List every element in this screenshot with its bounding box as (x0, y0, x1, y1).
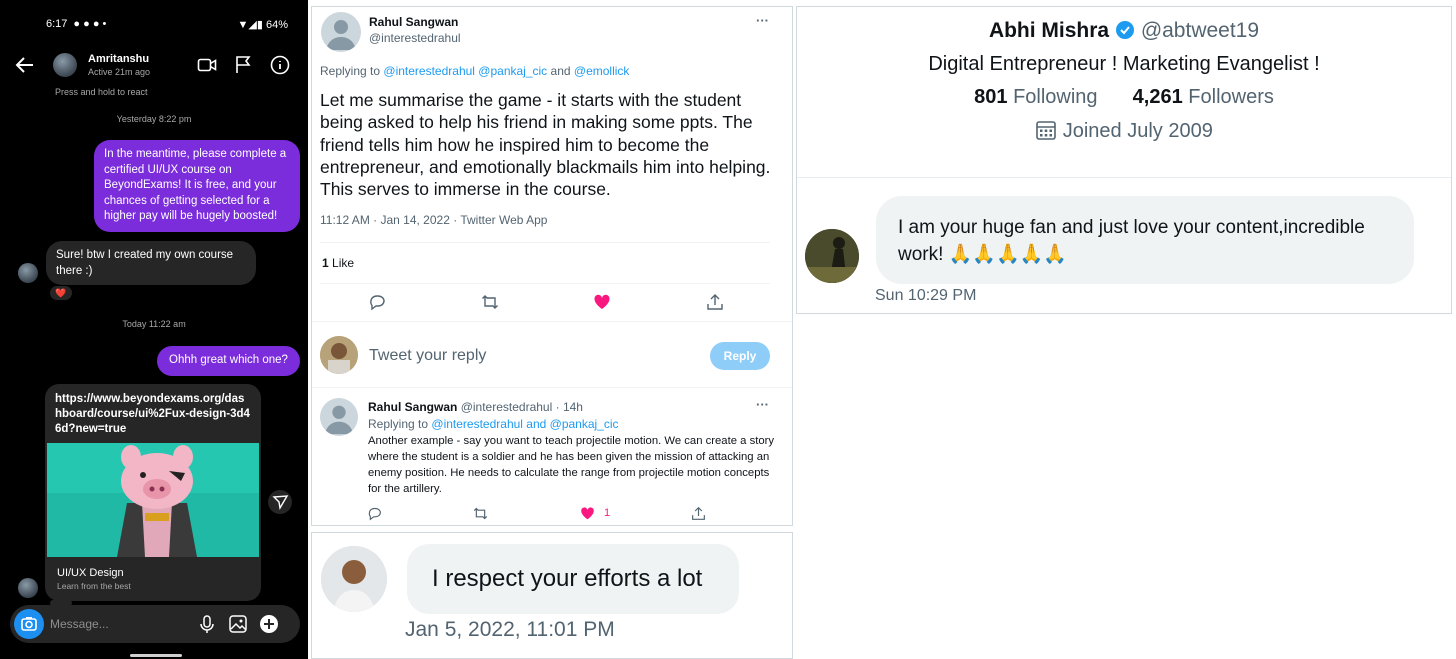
divider (797, 177, 1451, 178)
author-avatar[interactable] (320, 398, 358, 436)
mention-link[interactable]: @interestedrahul @pankaj_cic (383, 64, 547, 78)
sender-photo (805, 229, 859, 283)
divider (312, 387, 792, 388)
share-icon[interactable] (706, 293, 724, 311)
contact-avatar[interactable] (53, 53, 77, 77)
like-icon-filled[interactable] (593, 293, 611, 311)
current-user-avatar[interactable] (320, 336, 358, 374)
replying-to-line: Replying to @interestedrahul @pankaj_cic… (320, 64, 630, 78)
message-time: Jan 5, 2022, 11:01 PM (405, 618, 615, 641)
likes-stat[interactable]: 1 Like (322, 256, 354, 270)
user-photo (320, 336, 358, 374)
profile-name-line: Abhi Mishra @abtweet19 (797, 19, 1451, 43)
message-bubble-sent[interactable]: In the meantime, please complete a certi… (94, 140, 300, 232)
mention-link[interactable]: @emollick (574, 64, 630, 78)
replying-to-line: Replying to @interestedrahul and @pankaj… (368, 417, 619, 431)
author-handle[interactable]: @interestedrahul (369, 31, 461, 45)
battery-indicator: ▼◢▮ 64% (237, 19, 289, 31)
contact-active-status: Active 21m ago (88, 67, 151, 77)
back-arrow-icon[interactable] (14, 54, 36, 76)
sender-avatar[interactable] (321, 546, 387, 612)
more-options-icon[interactable]: ··· (756, 397, 769, 412)
profile-joined: Joined July 2009 (797, 119, 1451, 143)
share-icon (272, 495, 289, 511)
status-time: 6:17 (46, 18, 68, 30)
timestamp-yesterday: Yesterday 8:22 pm (116, 114, 192, 124)
profile-dm-panel: Abhi Mishra @abtweet19 Digital Entrepren… (796, 6, 1452, 314)
camera-icon (21, 617, 37, 631)
reply-age[interactable]: 14h (563, 400, 583, 414)
retweet-icon[interactable] (481, 293, 499, 311)
mention-link[interactable]: @interestedrahul and @pankaj_cic (431, 417, 618, 431)
divider (320, 242, 770, 243)
profile-name[interactable]: Abhi Mishra (989, 19, 1109, 42)
default-avatar-icon (326, 20, 356, 50)
message-bubble[interactable]: I respect your efforts a lot (407, 544, 739, 614)
like-icon-filled[interactable] (580, 506, 595, 521)
like-count: 1 (604, 507, 611, 519)
sender-photo (321, 546, 387, 612)
gallery-icon[interactable] (228, 614, 248, 634)
author-name[interactable]: Rahul Sangwan (369, 15, 458, 29)
calendar-icon (1036, 121, 1056, 140)
profile-stats: 801 Following 4,261 Followers (797, 86, 1451, 109)
contact-avatar-small (18, 263, 38, 283)
tweet-meta[interactable]: 11:12 AM · Jan 14, 2022 · Twitter Web Ap… (320, 213, 547, 227)
reply-button[interactable]: Reply (710, 342, 770, 370)
following-stat[interactable]: 801 Following (974, 86, 1097, 108)
sender-avatar[interactable] (805, 229, 859, 283)
flag-icon[interactable] (233, 55, 253, 75)
profile-bio: Digital Entrepreneur ! Marketing Evangel… (928, 53, 1320, 75)
link-preview-image (47, 443, 259, 557)
link-url[interactable]: https://www.beyondexams.org/dashboard/co… (55, 392, 251, 437)
respect-message-panel: I respect your efforts a lot Jan 5, 2022… (311, 532, 793, 659)
reply-author-line: Rahul Sangwan @interestedrahul · 14h (368, 400, 583, 414)
info-icon[interactable] (270, 55, 290, 75)
message-bubble[interactable]: I am your huge fan and just love your co… (876, 196, 1414, 284)
plus-icon[interactable] (259, 614, 279, 634)
message-time: Sun 10:29 PM (875, 287, 977, 304)
press-hold-hint: Press and hold to react (55, 87, 148, 97)
message-input[interactable]: Message... (50, 617, 109, 631)
reply-input[interactable]: Tweet your reply (369, 347, 486, 365)
profile-handle[interactable]: @abtweet19 (1141, 19, 1259, 42)
divider (320, 283, 770, 284)
share-icon[interactable] (691, 506, 706, 521)
author-name[interactable]: Rahul Sangwan (368, 400, 457, 414)
reply-icon[interactable] (367, 506, 382, 521)
screenshot-collage: 6:17 ● ● ● • ▼◢▮ 64% Amritanshu Active 21… (0, 0, 1456, 659)
author-handle[interactable]: @interestedrahul (461, 400, 553, 414)
status-bar: 6:17 ● ● ● • ▼◢▮ 64% (46, 18, 288, 38)
notification-icons: ● ● ● • (73, 18, 107, 30)
contact-avatar-small (18, 578, 38, 598)
divider (312, 321, 792, 322)
video-call-icon[interactable] (197, 55, 217, 75)
reply-icon[interactable] (368, 293, 386, 311)
contact-name[interactable]: Amritanshu (88, 53, 149, 65)
retweet-icon[interactable] (473, 506, 488, 521)
followers-stat[interactable]: 4,261 Followers (1133, 86, 1274, 108)
link-preview-card[interactable]: https://www.beyondexams.org/dashboard/co… (45, 384, 261, 601)
reply-text: Another example - say you want to teach … (368, 435, 775, 495)
home-indicator (130, 654, 182, 657)
author-avatar[interactable] (321, 12, 361, 52)
share-button[interactable] (268, 490, 292, 514)
message-bubble-received[interactable]: Sure! btw I created my own course there … (46, 241, 256, 285)
default-avatar-icon (324, 405, 354, 435)
message-bubble-sent[interactable]: Ohhh great which one? (157, 346, 300, 376)
instagram-dm-panel: 6:17 ● ● ● • ▼◢▮ 64% Amritanshu Active 21… (0, 0, 308, 659)
microphone-icon[interactable] (197, 614, 217, 634)
cartoon-pig-illustration (47, 443, 259, 557)
timestamp-today: Today 11:22 am (122, 319, 186, 329)
link-subtitle: Learn from the best (57, 581, 131, 591)
verified-badge-icon (1115, 21, 1134, 39)
tweet-thread-panel: Rahul Sangwan @interestedrahul ··· Reply… (311, 6, 793, 526)
link-title: UI/UX Design (57, 567, 124, 579)
tweet-text: Let me summarise the game - it starts wi… (320, 90, 771, 200)
message-composer[interactable]: Message... (10, 605, 300, 643)
heart-reaction[interactable]: ❤️ (50, 286, 72, 300)
more-options-icon[interactable]: ··· (756, 13, 769, 28)
camera-button[interactable] (14, 609, 44, 639)
